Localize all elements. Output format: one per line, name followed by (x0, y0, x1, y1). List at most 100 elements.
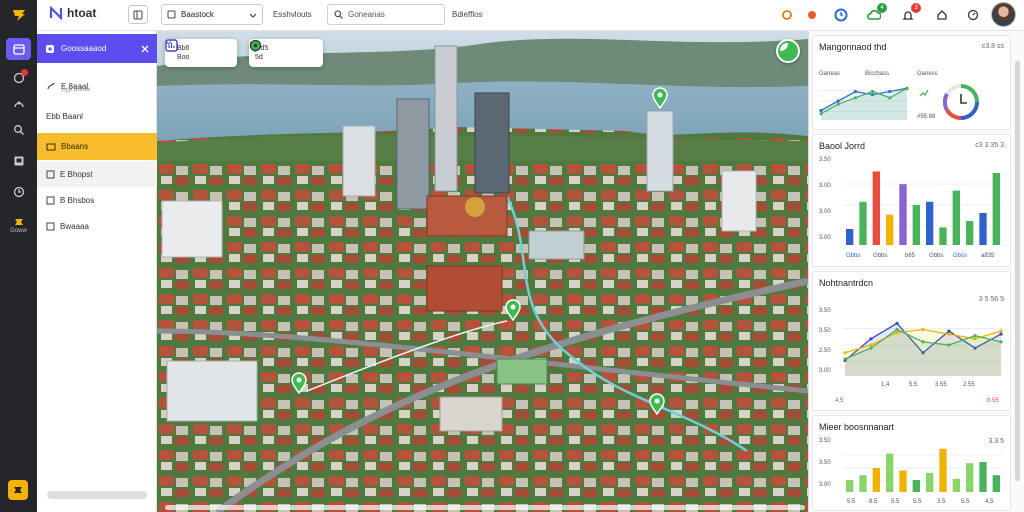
map-scrollbar[interactable] (165, 505, 805, 510)
chart-bar (886, 453, 894, 492)
line-chart (819, 86, 909, 120)
tower-1 (434, 45, 458, 192)
search-input[interactable]: Goneanas (327, 4, 445, 25)
rail-activity-icon[interactable] (6, 93, 31, 115)
x-tick: a835 (981, 253, 995, 259)
x-tick: 5.5 (913, 499, 922, 505)
location-icon[interactable] (778, 6, 796, 24)
layer-dropdown[interactable]: Baastock (161, 4, 263, 25)
trend-icon (919, 88, 929, 98)
notification-dot (21, 69, 28, 76)
search-icon (334, 10, 343, 19)
user-avatar[interactable] (991, 2, 1016, 27)
rail-calendar-icon[interactable] (6, 38, 31, 60)
x-tick: 5.5 (891, 499, 900, 505)
side-panel-scrollbar[interactable] (47, 491, 147, 499)
x-tick: Gbbs (846, 253, 861, 259)
close-icon[interactable] (141, 45, 149, 53)
data-point (869, 346, 873, 350)
top-bar: htoat Baastock Esshvlouts Goneanas Bdief… (37, 0, 1024, 31)
cloud-icon[interactable]: 4 (865, 3, 887, 24)
analytics-card-3: Nohtnantrdcn 3 5 56 5 3.50 3.50 2.50 3.0… (812, 271, 1011, 411)
y-tick: 3.50 (819, 438, 831, 444)
x-tick: Gbbs (873, 253, 888, 259)
top-link[interactable]: Esshvlouts (273, 10, 312, 19)
bell-icon[interactable]: 3 (899, 3, 921, 24)
layer-dropdown-value: Baastock (181, 10, 214, 19)
city-map[interactable]: Bb6 Boo Gd5 5d (157, 31, 808, 512)
filter-text[interactable]: Bdiefflos (452, 10, 483, 19)
x-tick: 1.4 (881, 382, 890, 388)
chart-bar (992, 173, 1000, 245)
card-title: Mieer boosnnanart (819, 422, 895, 432)
chart-bar (912, 480, 920, 492)
sidebar-item-label: Ebb Baanl (46, 111, 83, 121)
x-tick: Gbbs (929, 253, 944, 259)
left-rail: Goww (0, 0, 37, 512)
x-tick: 2.55 (963, 382, 975, 388)
y-tick: 2.50 (819, 348, 831, 354)
map-info-card-2[interactable]: Gd5 5d (249, 39, 323, 67)
map-info-card-1[interactable]: Bb6 Boo (165, 39, 237, 67)
data-point (921, 340, 925, 344)
doc-icon (46, 222, 55, 231)
tower-2 (474, 92, 510, 194)
palace-dome (465, 197, 485, 217)
data-point (869, 343, 873, 347)
data-point (871, 89, 875, 94)
sidebar-item-label: B Bhsbos (60, 195, 95, 205)
map-pin-icon[interactable] (290, 372, 308, 394)
sidebar-item-4[interactable]: E Bhopst (37, 161, 157, 187)
sidebar-item-6[interactable]: Bwaaaa (37, 213, 157, 239)
sidebar-item-5[interactable]: B Bhsbos (37, 187, 157, 213)
rail-search-icon[interactable] (6, 119, 31, 141)
map-pin-icon[interactable] (651, 87, 669, 109)
y-tick: 3.50 (819, 308, 831, 314)
data-point (836, 102, 840, 106)
time-icon[interactable] (832, 6, 850, 24)
chart-bar (966, 221, 974, 245)
sidebar-item-2[interactable]: Ebb Baanl (37, 103, 157, 129)
app-name: htoat (67, 6, 97, 20)
map-pin-icon[interactable] (648, 393, 666, 415)
map-action-button[interactable] (776, 39, 800, 63)
cloud-badge: 4 (877, 3, 887, 13)
panel-add-icon (45, 44, 55, 54)
data-point (947, 343, 951, 347)
home-icon[interactable] (933, 6, 951, 24)
data-point (921, 327, 925, 332)
data-point (947, 329, 951, 333)
card-note: #95.88 (917, 114, 936, 120)
chart-bar (846, 229, 854, 245)
rail-settings-icon[interactable] (8, 480, 28, 500)
chart-bar (872, 468, 880, 492)
brand-logo-icon (49, 6, 63, 20)
alert-icon[interactable] (803, 6, 821, 24)
legend-label: Ganess (917, 71, 938, 77)
bell-badge: 3 (911, 3, 921, 13)
legend-label: Bicchass (865, 71, 890, 77)
analytics-card-2: Baool Jorrd c3 3.35 3 3.50 3.00 3.00 3.0… (812, 134, 1011, 267)
chart-bar (859, 475, 867, 492)
temple (426, 265, 503, 312)
brand[interactable]: htoat (49, 6, 96, 20)
x-tick: 5.5 (847, 499, 856, 505)
y-tick: 3.00 (819, 368, 831, 374)
app-logo-icon[interactable] (6, 4, 31, 26)
map-canvas (157, 31, 808, 512)
card-meta: c3 3.35 3 (975, 142, 1004, 149)
y-tick: 3.00 (819, 235, 831, 241)
rail-bottom-label: Goww (10, 228, 27, 234)
search-placeholder: Goneanas (348, 10, 385, 19)
sidebar-item-1[interactable]: E 8aaal Gyp Bhhav (37, 71, 157, 101)
rail-clock-icon[interactable] (6, 181, 31, 203)
card-meta: 3 5 56 5 (978, 296, 1004, 303)
analytics-scrollbar[interactable] (1015, 61, 1020, 481)
help-icon[interactable] (964, 6, 982, 24)
sidebar-item-3[interactable]: Bbaans (37, 133, 157, 160)
chart-bar (872, 171, 880, 245)
map-pin-icon[interactable] (504, 299, 522, 321)
data-point (888, 89, 892, 94)
rail-media-icon[interactable] (6, 150, 31, 172)
sidebar-toggle-button[interactable] (128, 5, 148, 24)
